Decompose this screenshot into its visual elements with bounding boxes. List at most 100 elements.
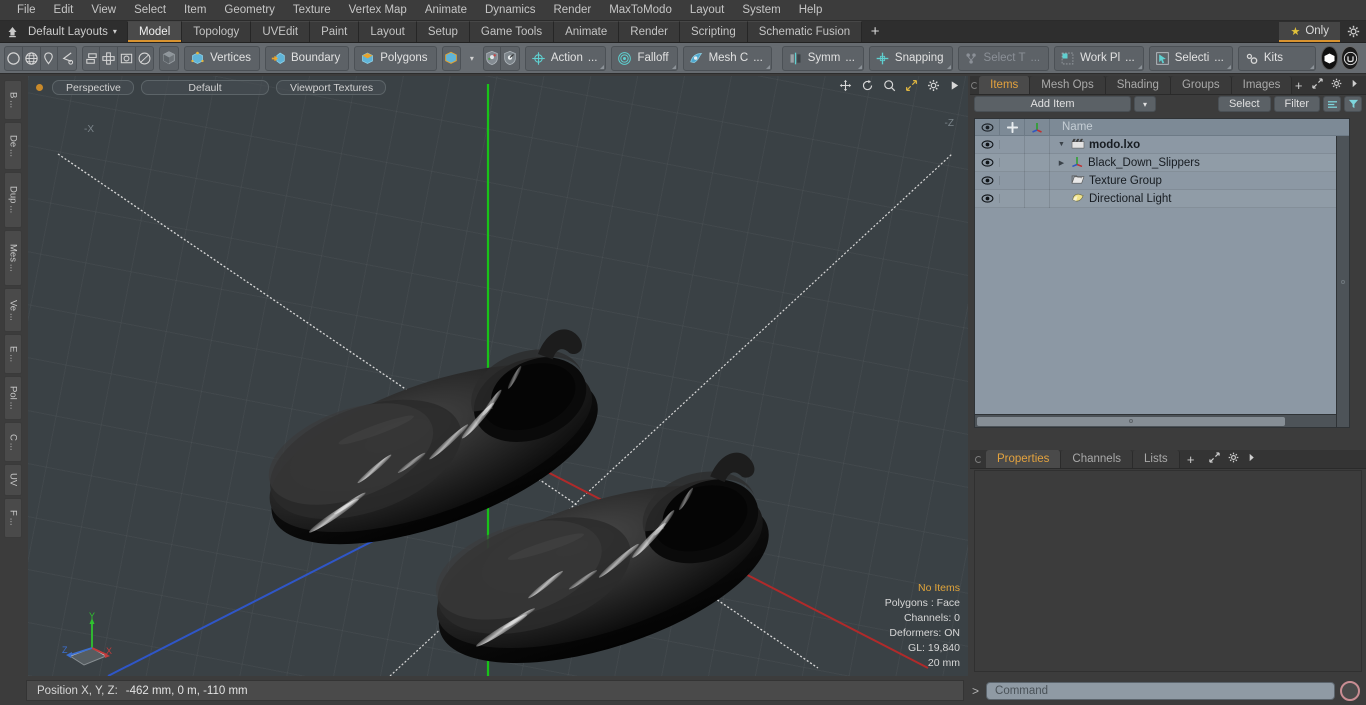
panel-add-tab-button[interactable]: + bbox=[1292, 76, 1305, 94]
menu-item-help[interactable]: Help bbox=[790, 0, 832, 21]
gear-icon[interactable] bbox=[927, 79, 940, 95]
add-item-button[interactable]: Add Item bbox=[974, 96, 1131, 112]
row-visibility-eye-icon[interactable] bbox=[975, 194, 1000, 203]
left-tab-basic[interactable]: B ... bbox=[4, 80, 22, 120]
axis-gizmo[interactable]: Y X Z bbox=[48, 610, 118, 672]
table-row[interactable]: ▼ modo.lxo bbox=[975, 135, 1349, 154]
viewport-menu-dot-icon[interactable] bbox=[36, 83, 43, 91]
chevron-right-icon[interactable] bbox=[1247, 453, 1256, 465]
table-row[interactable]: Directional Light bbox=[975, 189, 1349, 208]
left-tab-uv[interactable]: UV bbox=[4, 464, 22, 496]
row-lock-cell[interactable] bbox=[1000, 153, 1025, 172]
square-target-icon[interactable] bbox=[118, 46, 136, 70]
menu-item-layout[interactable]: Layout bbox=[681, 0, 734, 21]
selection-mode-boundary[interactable]: Boundary bbox=[265, 45, 350, 71]
menu-item-vertex-map[interactable]: Vertex Map bbox=[340, 0, 416, 21]
row-lock-cell[interactable] bbox=[1000, 171, 1025, 190]
left-tab-fusion[interactable]: F ... bbox=[4, 498, 22, 538]
menu-item-edit[interactable]: Edit bbox=[45, 0, 83, 21]
row-axis-cell[interactable] bbox=[1025, 135, 1050, 154]
panel-tab-images[interactable]: Images bbox=[1231, 76, 1293, 94]
chevron-right-icon[interactable] bbox=[1350, 79, 1359, 91]
mesh-constraint-button[interactable]: Mesh C ... bbox=[682, 45, 772, 71]
select-button[interactable]: Select bbox=[1217, 96, 1271, 112]
viewport-3d[interactable]: Perspective Default Viewport Textures -X… bbox=[28, 76, 968, 676]
panel-tab-shading[interactable]: Shading bbox=[1105, 76, 1171, 94]
menu-item-maxtomodo[interactable]: MaxToModo bbox=[600, 0, 681, 21]
curve-icon[interactable] bbox=[58, 47, 75, 70]
snapping-button[interactable]: Snapping bbox=[868, 45, 953, 71]
menu-item-animate[interactable]: Animate bbox=[416, 0, 476, 21]
home-icon[interactable] bbox=[0, 21, 24, 42]
default-layouts-dropdown[interactable]: Default Layouts ▾ bbox=[24, 21, 127, 42]
tab-game-tools[interactable]: Game Tools bbox=[469, 21, 555, 42]
mode-chevron-down-icon[interactable]: ▾ bbox=[466, 46, 477, 71]
panel-tab-groups[interactable]: Groups bbox=[1170, 76, 1232, 94]
menu-item-file[interactable]: File bbox=[8, 0, 45, 21]
unreal-badge-icon[interactable] bbox=[1341, 46, 1359, 70]
globe-icon[interactable] bbox=[23, 46, 41, 70]
row-visibility-eye-icon[interactable] bbox=[975, 158, 1000, 167]
left-tab-curve[interactable]: C ... bbox=[4, 422, 22, 462]
row-lock-cell[interactable] bbox=[1000, 189, 1025, 208]
tab-scripting[interactable]: Scripting bbox=[679, 21, 748, 42]
row-axis-cell[interactable] bbox=[1025, 189, 1050, 208]
gear-icon[interactable] bbox=[1228, 452, 1239, 466]
row-visibility-eye-icon[interactable] bbox=[975, 140, 1000, 149]
tab-schematic-fusion[interactable]: Schematic Fusion bbox=[747, 21, 863, 42]
table-row[interactable]: Texture Group bbox=[975, 171, 1349, 190]
action-center-button[interactable]: Action ... bbox=[524, 45, 607, 71]
record-icon[interactable] bbox=[1340, 680, 1360, 701]
viewport-shading-dropdown[interactable]: Viewport Textures bbox=[276, 79, 386, 95]
tab-uvedit[interactable]: UVEdit bbox=[251, 21, 311, 42]
tab-model[interactable]: Model bbox=[126, 21, 183, 42]
viewport-style-dropdown[interactable]: Default bbox=[141, 79, 269, 95]
tab-setup[interactable]: Setup bbox=[416, 21, 470, 42]
panel-tab-lists[interactable]: Lists bbox=[1133, 450, 1180, 468]
tab-render[interactable]: Render bbox=[619, 21, 680, 42]
menu-item-dynamics[interactable]: Dynamics bbox=[476, 0, 544, 21]
tab-layout[interactable]: Layout bbox=[359, 21, 417, 42]
properties-panel-body[interactable] bbox=[974, 470, 1362, 672]
twisty-down-icon[interactable]: ▼ bbox=[1056, 141, 1067, 148]
rotate-icon[interactable] bbox=[861, 79, 874, 95]
item-tree-horizontal-scrollbar[interactable] bbox=[975, 414, 1349, 427]
selection-mode-polygons[interactable]: Polygons bbox=[354, 45, 437, 71]
menu-item-select[interactable]: Select bbox=[125, 0, 175, 21]
panel-tab-channels[interactable]: Channels bbox=[1061, 450, 1134, 468]
funnel-icon[interactable] bbox=[1344, 96, 1362, 112]
modo-badge-icon[interactable] bbox=[1320, 46, 1339, 70]
zoom-icon[interactable] bbox=[883, 79, 896, 95]
tree-item-directional-light[interactable]: Directional Light bbox=[1050, 191, 1349, 206]
symmetry-button[interactable]: Symm ... bbox=[781, 45, 864, 71]
circle-target-icon[interactable] bbox=[136, 47, 153, 70]
table-row[interactable]: ▶ Black_Down_Slippers bbox=[975, 153, 1349, 172]
tree-item-scene[interactable]: ▼ modo.lxo bbox=[1050, 138, 1349, 152]
left-tab-vertex[interactable]: Ve ... bbox=[4, 288, 22, 332]
falloff-button[interactable]: Falloff bbox=[611, 45, 678, 71]
row-visibility-eye-icon[interactable] bbox=[975, 176, 1000, 185]
circle-icon[interactable] bbox=[5, 46, 23, 70]
properties-menu-dot-icon[interactable] bbox=[970, 450, 986, 468]
expand-icon[interactable] bbox=[1312, 78, 1323, 92]
panel-tab-mesh-ops[interactable]: Mesh Ops bbox=[1030, 76, 1106, 94]
tab-paint[interactable]: Paint bbox=[310, 21, 360, 42]
filter-button[interactable]: Filter bbox=[1273, 96, 1320, 112]
play-icon[interactable] bbox=[949, 80, 960, 94]
tab-topology[interactable]: Topology bbox=[182, 21, 252, 42]
row-axis-cell[interactable] bbox=[1025, 153, 1050, 172]
command-input[interactable]: Command bbox=[986, 681, 1335, 700]
only-toggle-button[interactable]: ★ Only bbox=[1279, 22, 1340, 42]
menu-item-texture[interactable]: Texture bbox=[284, 0, 340, 21]
tree-item-black-down-slippers[interactable]: ▶ Black_Down_Slippers bbox=[1050, 155, 1349, 170]
shield-a-icon[interactable] bbox=[484, 46, 502, 70]
panel-tab-properties[interactable]: Properties bbox=[986, 450, 1062, 468]
viewport-projection-dropdown[interactable]: Perspective bbox=[52, 79, 134, 95]
left-tab-duplicate[interactable]: Dup ... bbox=[4, 172, 22, 228]
row-lock-cell[interactable] bbox=[1000, 135, 1025, 154]
shield-b-icon[interactable] bbox=[501, 47, 519, 70]
item-tree[interactable]: Name ▼ modo.lxo ▶ Black_Down_Slippers Te… bbox=[974, 118, 1350, 428]
menu-item-geometry[interactable]: Geometry bbox=[215, 0, 284, 21]
add-item-chevron-down-icon[interactable]: ▾ bbox=[1133, 96, 1156, 112]
work-plane-button[interactable]: Work Pl ... bbox=[1054, 45, 1144, 71]
